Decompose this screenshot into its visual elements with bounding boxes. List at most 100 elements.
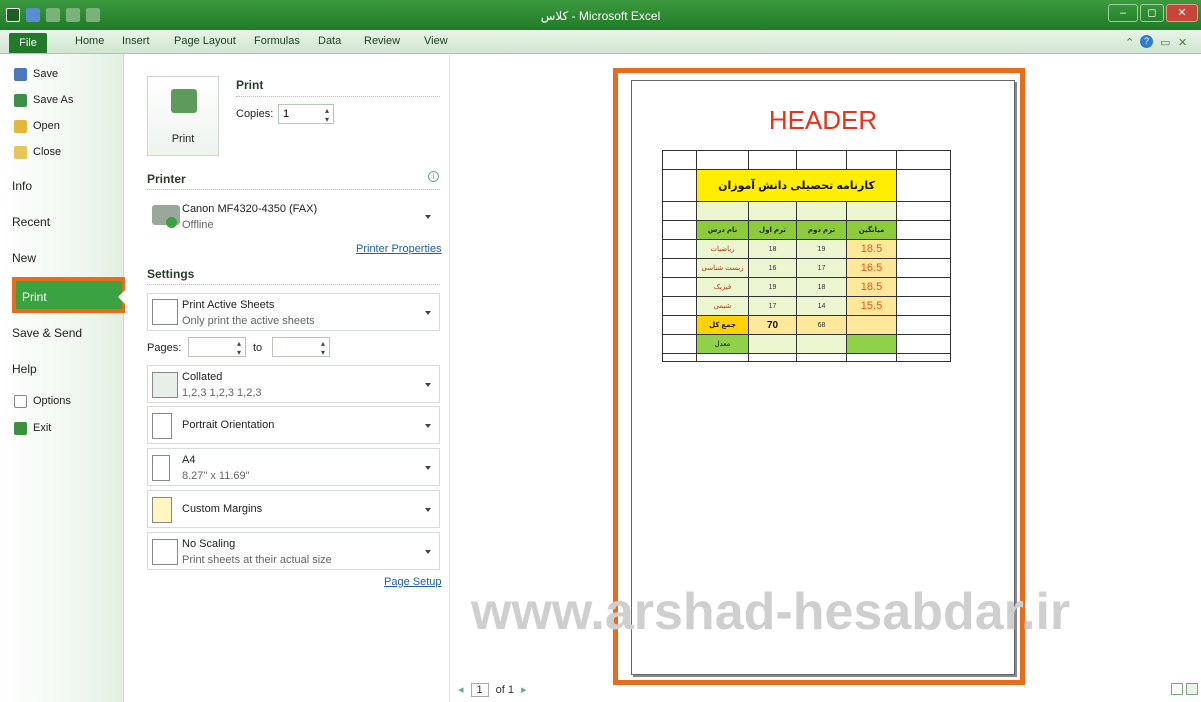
report-card-table: کارنامه تحصیلی دانش آموزان نام درس ترم ا… xyxy=(662,150,951,362)
help-icon[interactable]: ? xyxy=(1140,35,1153,48)
printer-dropdown[interactable]: Canon MF4320-4350 (FAX) Offline xyxy=(147,194,440,236)
save-icon xyxy=(14,67,27,81)
collation-dropdown[interactable]: Collated 1,2,3 1,2,3 1,2,3 xyxy=(147,365,440,403)
nav-help[interactable]: Help xyxy=(12,362,37,376)
avg-label: معدل xyxy=(696,334,749,354)
zoom-to-page-icon[interactable] xyxy=(1186,683,1198,695)
tab-page-layout[interactable]: Page Layout xyxy=(174,35,236,47)
restore-workbook-icon[interactable]: ▭ xyxy=(1160,36,1170,49)
col-header-average: میانگین xyxy=(846,220,897,240)
score-cell: 17 xyxy=(748,296,797,316)
maximize-button[interactable]: ◻ xyxy=(1140,4,1164,22)
chevron-down-icon xyxy=(425,466,431,470)
page-navigation: ◂ 1 of 1 ▸ xyxy=(458,683,527,697)
subject-cell: فیزیک xyxy=(696,277,749,297)
nav-close[interactable]: Close xyxy=(14,144,61,162)
sum-term2: 68 xyxy=(796,315,847,335)
page-number-input[interactable]: 1 xyxy=(470,683,489,697)
page-count: of 1 xyxy=(495,684,515,696)
chevron-down-icon xyxy=(425,508,431,512)
page-header: HEADER xyxy=(768,105,878,135)
score-cell: 19 xyxy=(796,239,847,259)
subject-cell: زیست شناسی xyxy=(696,258,749,278)
score-cell: 18 xyxy=(796,277,847,297)
tab-data[interactable]: Data xyxy=(318,35,341,47)
score-cell: 17 xyxy=(796,258,847,278)
printer-icon xyxy=(171,89,197,113)
orientation-dropdown[interactable]: Portrait Orientation xyxy=(147,406,440,444)
divider xyxy=(147,284,440,285)
nav-open[interactable]: Open xyxy=(14,118,60,136)
tab-insert[interactable]: Insert xyxy=(122,35,150,47)
to-label: to xyxy=(253,342,263,354)
nav-exit[interactable]: Exit xyxy=(14,420,51,438)
scaling-icon xyxy=(152,539,178,565)
settings-heading: Settings xyxy=(147,267,195,281)
printer-heading: Printer xyxy=(147,172,186,186)
col-header-subject: نام درس xyxy=(696,220,749,240)
print-button[interactable]: Print xyxy=(147,76,219,156)
subject-cell: شیمی xyxy=(696,296,749,316)
exit-icon xyxy=(14,421,27,435)
pages-to-input[interactable]: ▴ ▾ xyxy=(272,337,330,357)
tab-home[interactable]: Home xyxy=(75,35,104,47)
nav-info[interactable]: Info xyxy=(12,179,32,193)
nav-new[interactable]: New xyxy=(12,251,36,265)
minimize-button[interactable]: – xyxy=(1108,4,1138,22)
folder-close-icon xyxy=(14,145,27,159)
paper-size-dropdown[interactable]: A4 8.27" x 11.69" xyxy=(147,448,440,486)
tab-view[interactable]: View xyxy=(424,35,448,47)
watermark: www.arshad-hesabdar.ir xyxy=(471,583,1071,641)
chevron-down-icon xyxy=(425,215,431,219)
ribbon-minimize-icon[interactable]: ⌃ xyxy=(1125,36,1134,49)
spin-arrows-icon[interactable]: ▴ ▾ xyxy=(325,106,329,124)
score-cell: 19 xyxy=(748,277,797,297)
average-cell: 18.5 xyxy=(846,239,897,259)
print-what-dropdown[interactable]: Print Active Sheets Only print the activ… xyxy=(147,293,440,331)
close-workbook-icon[interactable]: ✕ xyxy=(1178,36,1187,49)
title-bar: کلاس - Microsoft Excel – ◻ ✕ xyxy=(0,0,1201,30)
average-cell: 18.5 xyxy=(846,277,897,297)
nav-save[interactable]: Save xyxy=(14,66,58,84)
pages-from-input[interactable]: ▴ ▾ xyxy=(188,337,246,357)
paper-icon xyxy=(152,455,170,481)
tab-review[interactable]: Review xyxy=(364,35,400,47)
show-margins-icon[interactable] xyxy=(1171,683,1183,695)
checkmark-icon xyxy=(166,217,177,228)
divider xyxy=(147,189,440,190)
nav-save-send[interactable]: Save & Send xyxy=(12,326,82,340)
chevron-down-icon xyxy=(425,383,431,387)
tab-file[interactable]: File xyxy=(9,33,47,53)
prev-page-icon[interactable]: ◂ xyxy=(458,684,464,696)
average-cell: 15.5 xyxy=(846,296,897,316)
scaling-dropdown[interactable]: No Scaling Print sheets at their actual … xyxy=(147,532,440,570)
nav-options[interactable]: Options xyxy=(14,393,71,411)
info-icon[interactable]: i xyxy=(428,171,439,182)
nav-save-as[interactable]: Save As xyxy=(14,92,73,110)
page-setup-link[interactable]: Page Setup xyxy=(384,576,442,588)
margins-dropdown[interactable]: Custom Margins xyxy=(147,490,440,528)
close-window-button[interactable]: ✕ xyxy=(1166,4,1198,22)
col-header-term2: ترم دوم xyxy=(796,220,847,240)
nav-recent[interactable]: Recent xyxy=(12,215,50,229)
print-settings-panel: Print Print Copies: 1 ▴ ▾ Printer i Canon… xyxy=(125,54,450,702)
score-cell: 14 xyxy=(796,296,847,316)
backstage-nav: Save Save As Open Close Info Recent New … xyxy=(0,54,124,702)
copies-stepper[interactable]: 1 ▴ ▾ xyxy=(278,104,334,124)
tab-formulas[interactable]: Formulas xyxy=(254,35,300,47)
copies-label: Copies: xyxy=(236,108,274,120)
pages-label: Pages: xyxy=(147,342,182,354)
nav-print[interactable]: Print xyxy=(12,277,126,313)
sum-label: جمع کل xyxy=(696,315,749,335)
folder-open-icon xyxy=(14,119,27,133)
collated-icon xyxy=(152,372,178,398)
active-sheets-icon xyxy=(152,299,178,325)
sum-term1: 70 xyxy=(748,315,797,335)
next-page-icon[interactable]: ▸ xyxy=(521,684,527,696)
spin-arrows-icon[interactable]: ▴ ▾ xyxy=(321,339,325,357)
save-as-icon xyxy=(14,93,27,107)
printer-properties-link[interactable]: Printer Properties xyxy=(356,243,442,255)
chevron-down-icon xyxy=(425,550,431,554)
spin-arrows-icon[interactable]: ▴ ▾ xyxy=(237,339,241,357)
window-title: کلاس - Microsoft Excel xyxy=(540,9,661,23)
